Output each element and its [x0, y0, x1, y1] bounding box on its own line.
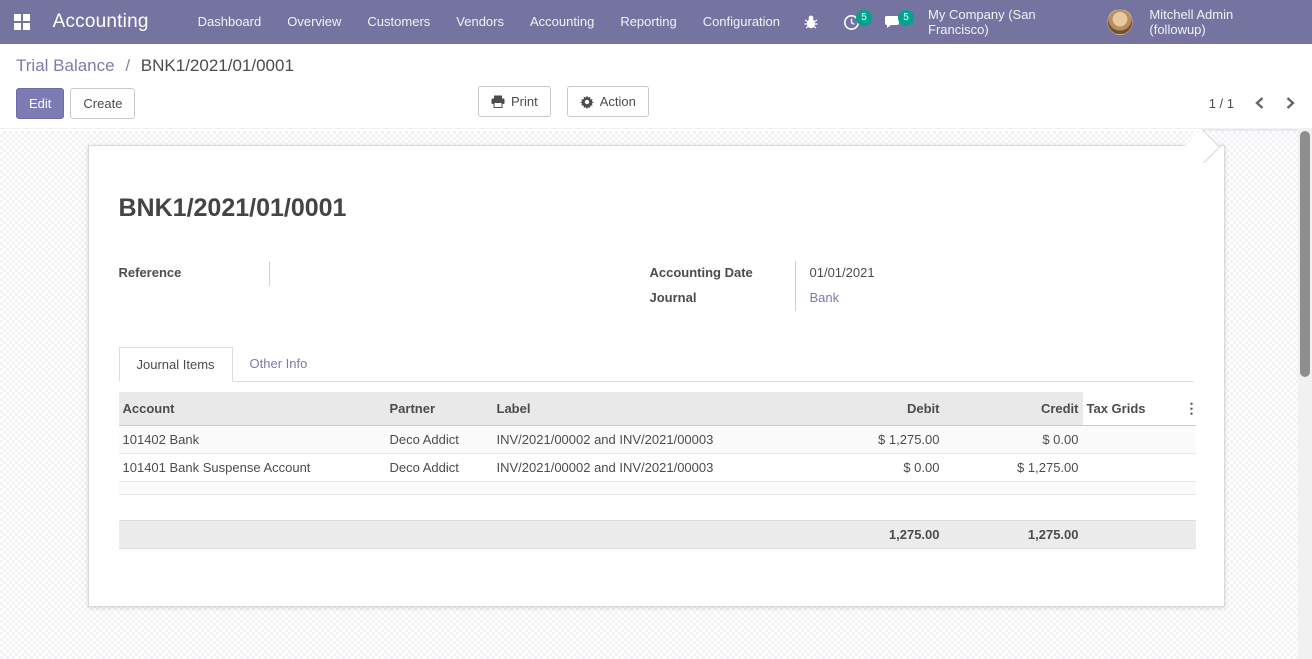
- notebook-tabs: Journal Items Other Info: [119, 347, 1194, 382]
- main-menu: Dashboard Overview Customers Vendors Acc…: [185, 0, 793, 44]
- debug-bug-icon[interactable]: [793, 8, 829, 36]
- messages-count-badge: 5: [898, 10, 914, 26]
- reference-field-value[interactable]: [269, 261, 559, 286]
- tab-journal-items[interactable]: Journal Items: [119, 347, 233, 382]
- breadcrumb-parent-link[interactable]: Trial Balance: [16, 56, 115, 75]
- column-header-credit[interactable]: Credit: [944, 392, 1083, 426]
- vertical-scrollbar-thumb[interactable]: [1300, 131, 1310, 377]
- printer-icon: [491, 95, 505, 108]
- empty-table-row: [119, 482, 1196, 495]
- breadcrumb: Trial Balance / BNK1/2021/01/0001: [16, 56, 1296, 76]
- table-spacer-row: [119, 495, 1196, 521]
- cell-debit[interactable]: $ 1,275.00: [801, 426, 944, 454]
- table-row[interactable]: 101402 Bank Deco Addict INV/2021/00002 a…: [119, 426, 1196, 454]
- table-totals-row: 1,275.00 1,275.00: [119, 521, 1196, 549]
- menu-item-overview[interactable]: Overview: [274, 0, 354, 44]
- menu-item-customers[interactable]: Customers: [354, 0, 443, 44]
- cell-credit[interactable]: $ 1,275.00: [944, 454, 1083, 482]
- activities-clock-button[interactable]: 5: [833, 8, 870, 37]
- create-button[interactable]: Create: [70, 88, 135, 119]
- topbar-right-cluster: 5 5 My Company (San Francisco) Mitchell …: [793, 7, 1298, 37]
- apps-grid-icon: [14, 14, 30, 30]
- company-switcher[interactable]: My Company (San Francisco): [916, 7, 1103, 37]
- journal-items-table: Account Partner Label Debit Credit Tax G…: [119, 392, 1196, 549]
- total-debit: 1,275.00: [801, 521, 944, 549]
- cell-label[interactable]: INV/2021/00002 and INV/2021/00003: [493, 454, 801, 482]
- column-header-label[interactable]: Label: [493, 392, 801, 426]
- pager-count: 1 / 1: [1209, 96, 1234, 111]
- accounting-date-field-value[interactable]: 01/01/2021: [795, 261, 1190, 286]
- menu-item-dashboard[interactable]: Dashboard: [185, 0, 275, 44]
- chevron-left-icon: [1254, 96, 1265, 110]
- vertical-scrollbar-track[interactable]: [1298, 128, 1312, 659]
- action-button[interactable]: Action: [567, 86, 649, 117]
- breadcrumb-row: Trial Balance / BNK1/2021/01/0001: [0, 44, 1312, 78]
- print-button[interactable]: Print: [478, 86, 551, 117]
- edit-button[interactable]: Edit: [16, 88, 64, 119]
- journal-field-label: Journal: [650, 286, 795, 311]
- cell-debit[interactable]: $ 0.00: [801, 454, 944, 482]
- cell-partner[interactable]: Deco Addict: [386, 454, 493, 482]
- table-header-row: Account Partner Label Debit Credit Tax G…: [119, 392, 1196, 426]
- breadcrumb-separator: /: [125, 56, 130, 75]
- pager: 1 / 1: [1209, 96, 1296, 111]
- tab-other-info[interactable]: Other Info: [233, 347, 325, 381]
- menu-item-accounting[interactable]: Accounting: [517, 0, 607, 44]
- total-credit: 1,275.00: [944, 521, 1083, 549]
- menu-item-configuration[interactable]: Configuration: [690, 0, 793, 44]
- accounting-date-field-label: Accounting Date: [650, 261, 795, 286]
- gear-icon: [580, 95, 594, 109]
- cell-label[interactable]: INV/2021/00002 and INV/2021/00003: [493, 426, 801, 454]
- cell-tax-grids[interactable]: [1083, 426, 1181, 454]
- table-row[interactable]: 101401 Bank Suspense Account Deco Addict…: [119, 454, 1196, 482]
- cell-account[interactable]: 101402 Bank: [119, 426, 386, 454]
- cell-credit[interactable]: $ 0.00: [944, 426, 1083, 454]
- journal-entry-sheet: BNK1/2021/01/0001 Reference Accounting D…: [88, 145, 1225, 607]
- cell-account[interactable]: 101401 Bank Suspense Account: [119, 454, 386, 482]
- column-header-partner[interactable]: Partner: [386, 392, 493, 426]
- column-header-debit[interactable]: Debit: [801, 392, 944, 426]
- menu-item-reporting[interactable]: Reporting: [607, 0, 689, 44]
- optional-columns-toggle[interactable]: ⋮: [1181, 392, 1196, 426]
- messages-chat-button[interactable]: 5: [874, 8, 912, 36]
- chevron-right-icon: [1285, 96, 1296, 110]
- control-panel: Edit Create Print Action 1 / 1: [0, 78, 1312, 128]
- column-header-account[interactable]: Account: [119, 392, 386, 426]
- pager-next-button[interactable]: [1285, 96, 1296, 110]
- user-menu[interactable]: Mitchell Admin (followup): [1137, 7, 1298, 37]
- cell-partner[interactable]: Deco Addict: [386, 426, 493, 454]
- breadcrumb-current: BNK1/2021/01/0001: [141, 56, 294, 75]
- activities-count-badge: 5: [856, 10, 872, 26]
- top-navbar: Accounting Dashboard Overview Customers …: [0, 0, 1312, 44]
- document-title: BNK1/2021/01/0001: [119, 194, 1194, 223]
- field-groups: Reference Accounting Date 01/01/2021 Jou…: [119, 261, 1190, 311]
- apps-menu-button[interactable]: [0, 0, 45, 44]
- menu-item-vendors[interactable]: Vendors: [443, 0, 517, 44]
- form-view-background: BNK1/2021/01/0001 Reference Accounting D…: [0, 131, 1312, 659]
- app-name[interactable]: Accounting: [53, 11, 149, 33]
- reference-field-label: Reference: [119, 261, 269, 286]
- journal-field-value[interactable]: Bank: [795, 286, 1190, 311]
- user-avatar[interactable]: [1107, 9, 1133, 35]
- pager-previous-button[interactable]: [1254, 96, 1265, 110]
- column-header-tax-grids[interactable]: Tax Grids: [1083, 392, 1181, 426]
- cell-tax-grids[interactable]: [1083, 454, 1181, 482]
